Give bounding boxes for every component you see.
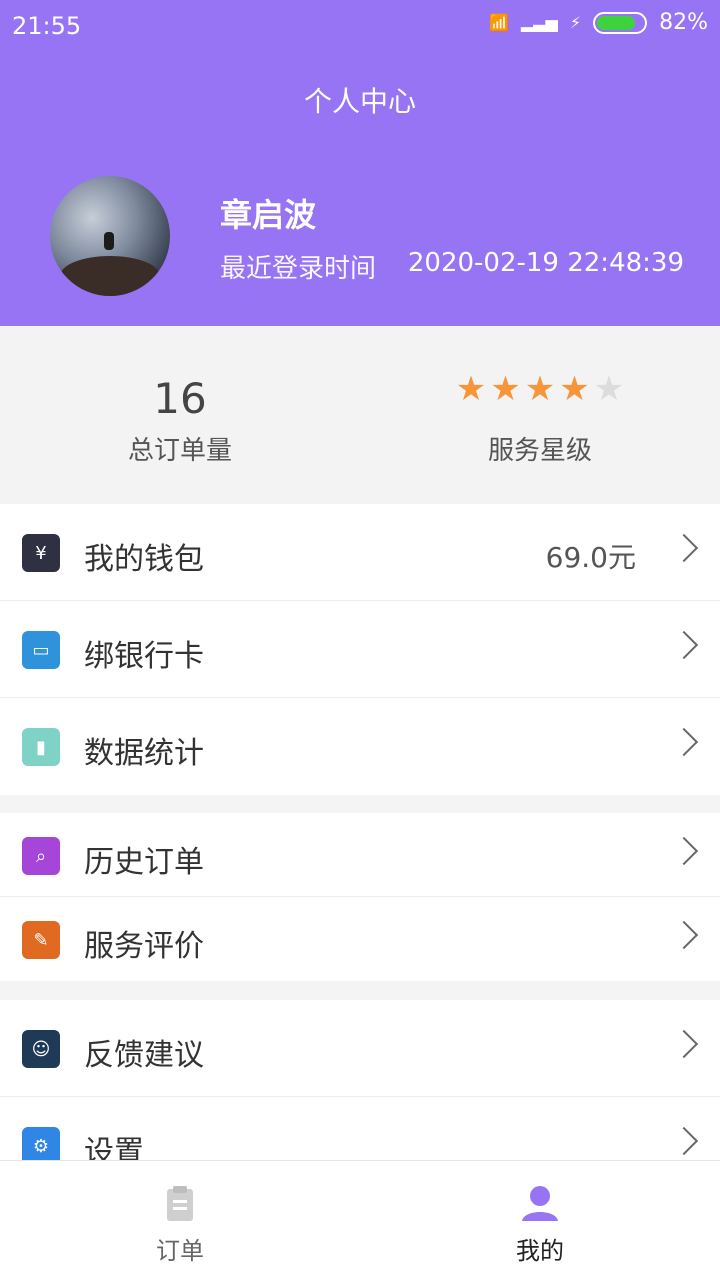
battery-percentage: 82% [659, 10, 708, 35]
menu-item-history[interactable]: ⌕ 历史订单 [0, 813, 720, 897]
clipboard-icon [160, 1183, 200, 1223]
rating-label: 服务星级 [487, 436, 592, 466]
star-icon: ★ [524, 369, 556, 409]
feedback-icon: ☺ [22, 1030, 60, 1068]
history-order-icon: ⌕ [22, 837, 60, 875]
status-time: 21:55 [12, 12, 82, 40]
bottom-navigation: 订单 我的 [0, 1160, 720, 1280]
menu-item-label: 我的钱包 [84, 542, 204, 577]
tab-me-label: 我的 [516, 1237, 564, 1265]
wifi-icon: 📶 [489, 13, 509, 32]
star-icon: ★ [559, 369, 590, 409]
user-icon [520, 1183, 560, 1223]
star-icon-empty: ★ [593, 369, 625, 409]
status-bar: 21:55 📶 ▂▃▅ ⚡ 82% [0, 0, 720, 52]
stat-rating: ★ ★ ★ ★ ★ 服务星级 [360, 326, 720, 504]
charging-icon: ⚡ [569, 13, 582, 32]
bank-card-icon: ▭ [22, 631, 60, 669]
battery-icon [593, 11, 648, 34]
chevron-right-icon [669, 630, 699, 660]
chevron-right-icon [669, 727, 699, 757]
avatar[interactable] [50, 176, 170, 296]
chevron-right-icon [669, 836, 699, 866]
chevron-right-icon [669, 533, 699, 563]
star-rating: ★ ★ ★ ★ ★ [360, 372, 720, 406]
avatar-hill [60, 256, 160, 296]
tab-me[interactable]: 我的 [360, 1161, 720, 1280]
stat-orders: 16 总订单量 [0, 326, 360, 504]
chevron-right-icon [669, 1126, 699, 1156]
star-icon: ★ [455, 369, 487, 409]
chevron-right-icon [669, 1029, 699, 1059]
menu-group-1: ¥ 我的钱包 69.0元 ▭ 绑银行卡 ▮ 数据统计 [0, 504, 720, 795]
tab-orders-label: 订单 [156, 1237, 204, 1265]
profile-header: 21:55 📶 ▂▃▅ ⚡ 82% 个人中心 章启波 最近登录时间 2020-0… [0, 0, 720, 326]
chart-icon: ▮ [22, 728, 60, 766]
review-icon: ✎ [22, 921, 60, 959]
menu-item-label: 绑银行卡 [84, 639, 204, 674]
page-title: 个人中心 [303, 85, 416, 118]
menu-item-review[interactable]: ✎ 服务评价 [0, 897, 720, 981]
menu-item-bank-card[interactable]: ▭ 绑银行卡 [0, 601, 720, 698]
tab-orders[interactable]: 订单 [0, 1161, 360, 1280]
menu-group-2: ⌕ 历史订单 ✎ 服务评价 [0, 813, 720, 981]
signal-icon: ▂▃▅ [520, 13, 558, 32]
wallet-balance: 69.0元 [545, 541, 636, 574]
menu-item-label: 反馈建议 [84, 1038, 204, 1073]
menu-item-feedback[interactable]: ☺ 反馈建议 [0, 1000, 720, 1097]
orders-count: 16 [153, 374, 207, 423]
star-icon: ★ [490, 369, 521, 409]
menu-item-label: 服务评价 [84, 929, 204, 964]
login-label: 最近登录时间 [220, 254, 377, 284]
user-name: 章启波 [220, 196, 317, 234]
status-right: 📶 ▂▃▅ ⚡ 82% [489, 10, 708, 35]
stats-panel: 16 总订单量 ★ ★ ★ ★ ★ 服务星级 [0, 326, 720, 504]
login-time: 2020-02-19 22:48:39 [407, 248, 684, 278]
menu-item-wallet[interactable]: ¥ 我的钱包 69.0元 [0, 504, 720, 601]
avatar-person [104, 232, 114, 250]
wallet-icon: ¥ [22, 534, 60, 572]
chevron-right-icon [669, 920, 699, 950]
app-root: 21:55 📶 ▂▃▅ ⚡ 82% 个人中心 章启波 最近登录时间 2020-0… [0, 0, 720, 1280]
menu-item-label: 历史订单 [84, 845, 204, 880]
menu-item-label: 数据统计 [84, 736, 204, 771]
orders-label: 总订单量 [127, 436, 232, 466]
menu-item-statistics[interactable]: ▮ 数据统计 [0, 698, 720, 795]
